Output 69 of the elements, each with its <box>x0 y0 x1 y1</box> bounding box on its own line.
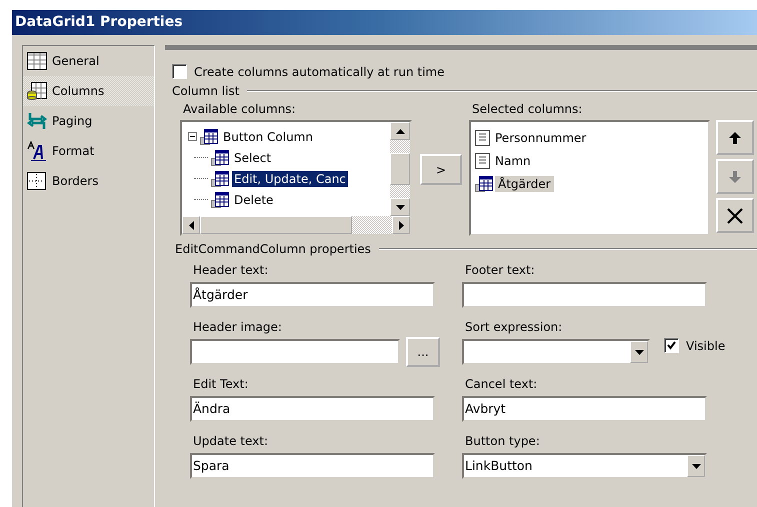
sidebar-item[interactable]: Borders <box>23 166 154 196</box>
grid-column-icon <box>211 170 229 186</box>
text-field[interactable] <box>190 339 400 365</box>
field-label: Edit Text: <box>193 377 250 393</box>
delete-button[interactable] <box>716 198 754 233</box>
collapse-icon[interactable] <box>188 132 197 141</box>
scroll-thumb[interactable] <box>200 216 352 234</box>
field-label: Available columns: <box>183 102 297 118</box>
horizontal-scrollbar[interactable] <box>182 216 410 234</box>
checkbox-label: Visible <box>686 338 726 352</box>
left-arrow-icon[interactable] <box>188 220 194 230</box>
window-title: DataGrid1 Properties <box>12 10 757 35</box>
font-icon <box>27 141 47 161</box>
arrows-icon <box>27 111 47 131</box>
grid-column-icon <box>211 150 229 166</box>
down-arrow-icon[interactable] <box>396 204 404 210</box>
tree-item[interactable]: Select <box>232 150 274 166</box>
group-title: Column list <box>172 84 240 98</box>
field-label: Header image: <box>193 320 283 336</box>
browse-button[interactable]: ... <box>406 337 440 367</box>
dropdown[interactable] <box>462 339 650 365</box>
scroll-thumb[interactable] <box>390 153 410 185</box>
move-up-button[interactable] <box>716 120 754 155</box>
columns-icon <box>27 82 47 100</box>
checkbox[interactable] <box>664 338 679 353</box>
list-item[interactable]: Namn <box>492 152 534 168</box>
tree-item[interactable]: Button Column <box>221 128 315 144</box>
field-label: Button type: <box>465 434 541 450</box>
up-arrow-icon[interactable] <box>396 128 404 134</box>
list-item[interactable]: Personnummer <box>492 130 590 146</box>
text-field[interactable] <box>462 282 707 308</box>
tree-item[interactable]: Edit, Update, Canc <box>232 170 348 186</box>
field-label: Footer text: <box>465 263 536 279</box>
text-field[interactable]: Ändra <box>190 396 435 422</box>
grid-column-icon <box>211 192 229 208</box>
sidebar-item[interactable]: Columns <box>23 76 154 106</box>
field-label: Sort expression: <box>465 320 564 336</box>
caret-icon <box>634 350 644 354</box>
tree-item[interactable]: Delete <box>232 192 276 208</box>
scroll-track[interactable] <box>390 140 410 153</box>
text-field[interactable]: Åtgärder <box>190 282 435 308</box>
list-item[interactable]: Åtgärder <box>495 176 554 192</box>
close-icon <box>726 206 744 224</box>
sidebar-item[interactable]: Format <box>23 136 154 166</box>
dropdown[interactable]: LinkButton <box>462 453 707 479</box>
caret-icon <box>692 464 700 468</box>
up-arrow-icon <box>728 130 742 144</box>
add-button[interactable]: > <box>420 154 462 185</box>
field-label: Selected columns: <box>472 102 584 118</box>
scroll-track[interactable] <box>390 185 410 198</box>
checkbox-label: Create columns automatically at run time <box>194 64 444 78</box>
document-icon <box>475 130 490 146</box>
down-arrow-icon <box>728 170 742 184</box>
grid-column-icon <box>475 176 493 192</box>
checkbox[interactable] <box>172 64 187 79</box>
document-icon <box>475 152 490 168</box>
sidebar-item[interactable]: Paging <box>23 106 154 136</box>
group-title: EditCommandColumn properties <box>175 242 371 256</box>
sidebar-item[interactable]: General <box>23 46 154 76</box>
text-field[interactable]: Spara <box>190 453 435 479</box>
vertical-scrollbar[interactable] <box>390 122 410 216</box>
right-arrow-icon[interactable] <box>398 220 404 230</box>
field-label: Cancel text: <box>465 377 538 393</box>
field-label: Update text: <box>193 434 269 450</box>
borders-icon <box>27 172 47 190</box>
field-label: Header text: <box>193 263 270 279</box>
table-icon <box>27 52 47 70</box>
grid-column-icon <box>200 128 218 144</box>
text-field[interactable]: Avbryt <box>462 396 707 422</box>
